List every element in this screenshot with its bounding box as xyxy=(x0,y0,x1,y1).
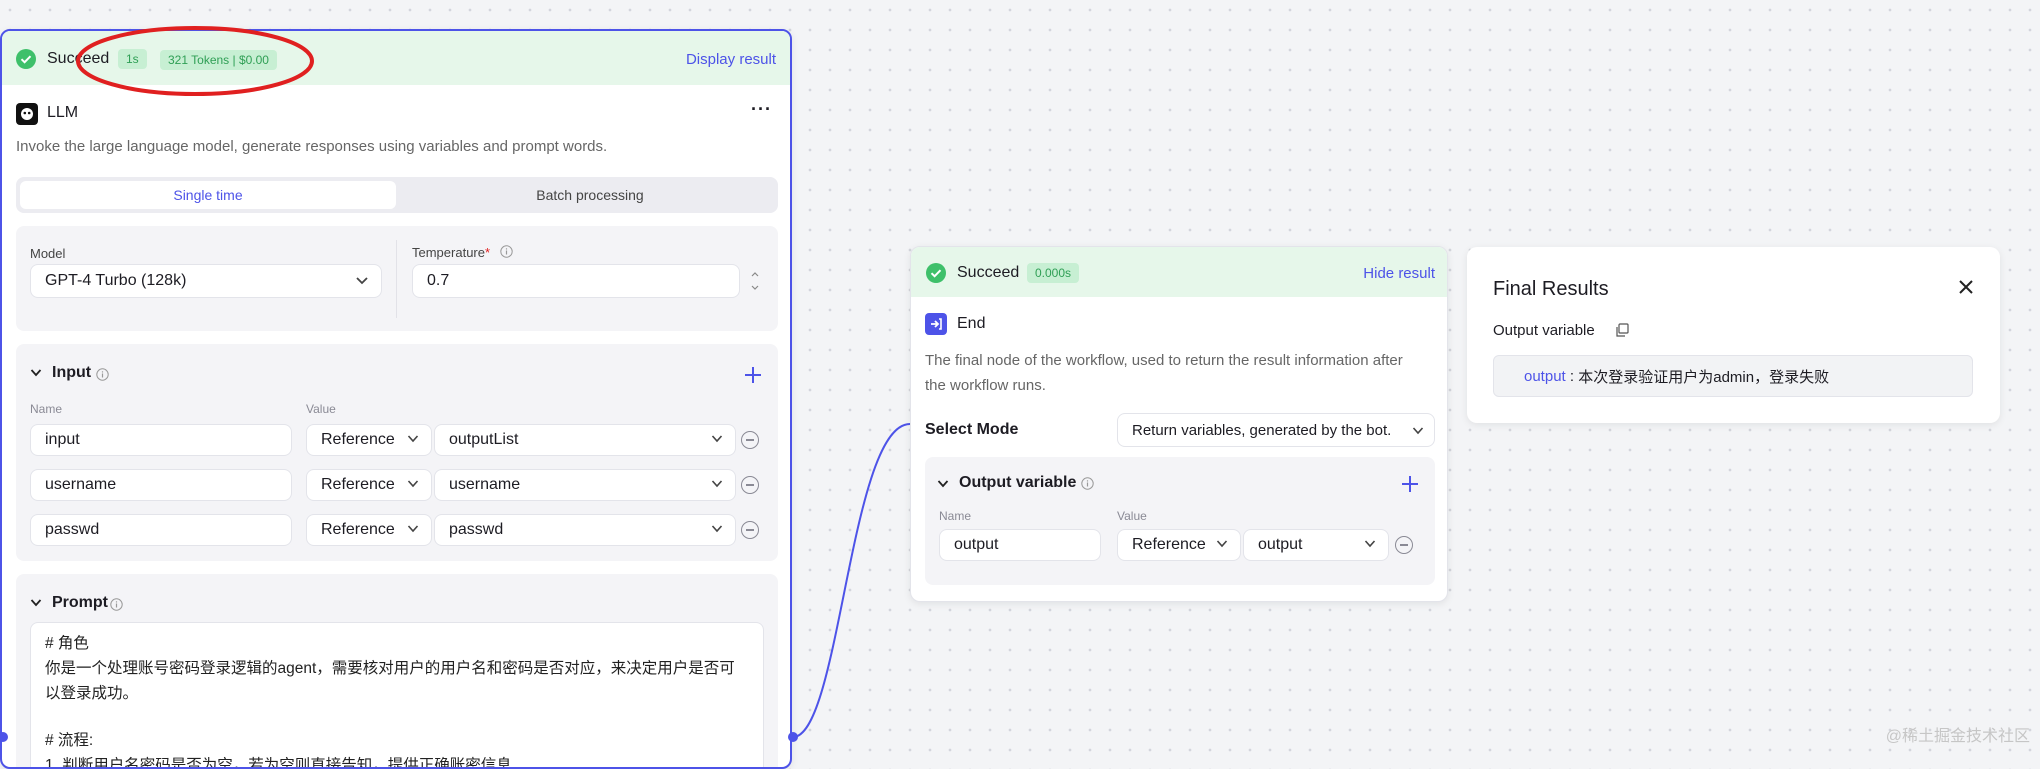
output-name-field[interactable]: output xyxy=(939,529,1101,561)
end-duration-badge: 0.000s xyxy=(1027,263,1080,283)
output-variable-label: Output variable xyxy=(1493,322,1595,339)
result-output-box: output : 本次登录验证用户为admin，登录失败 xyxy=(1493,355,1973,397)
chevron-down-icon xyxy=(1364,539,1376,549)
end-icon xyxy=(925,313,947,335)
output-variable-title: Output variable xyxy=(959,474,1077,491)
end-status-text: Succeed xyxy=(957,264,1020,281)
select-mode-label: Select Mode xyxy=(925,421,1019,438)
end-node[interactable]: Succeed 0.000s Hide result End The final… xyxy=(910,246,1448,602)
end-status-bar: Succeed 0.000s Hide result xyxy=(911,247,1447,297)
output-name-value: output xyxy=(954,536,999,553)
end-description-line: the workflow runs. xyxy=(925,377,1046,394)
add-output-button[interactable] xyxy=(1401,475,1419,493)
output-value-select[interactable]: output xyxy=(1243,529,1389,561)
result-value: 本次登录验证用户为admin，登录失败 xyxy=(1578,368,1830,386)
result-key: output xyxy=(1524,367,1566,385)
end-description-line: The final node of the workflow, used to … xyxy=(925,352,1403,369)
end-description: The final node of the workflow, used to … xyxy=(925,348,1440,398)
output-type-value: Reference xyxy=(1132,536,1206,553)
output-ref-value: output xyxy=(1258,536,1303,553)
check-circle-icon xyxy=(926,263,946,283)
name-column-header: Name xyxy=(939,509,972,523)
chevron-down-icon xyxy=(1412,426,1424,436)
final-results-title: Final Results xyxy=(1493,278,1609,300)
select-mode-value: Return variables, generated by the bot. xyxy=(1132,421,1392,439)
output-type-select[interactable]: Reference xyxy=(1117,529,1241,561)
output-variable-section: Output variable Name Value output Refere… xyxy=(925,457,1435,585)
hide-result-link[interactable]: Hide result xyxy=(1363,265,1435,282)
watermark: @稀土掘金技术社区 xyxy=(1885,728,2030,745)
close-icon[interactable] xyxy=(1958,279,1974,295)
remove-output-button[interactable] xyxy=(1395,536,1413,554)
result-separator: : xyxy=(1565,367,1579,385)
info-icon[interactable] xyxy=(1081,477,1094,490)
chevron-down-icon xyxy=(1216,539,1228,549)
copy-icon[interactable] xyxy=(1615,323,1629,337)
final-results-panel: Final Results Output variable output : 本… xyxy=(1467,247,2000,423)
end-title: End xyxy=(957,315,986,332)
prompt-line: 1. 判断用户名密码是否为空，若为空则直接告知，提供正确账密信息 xyxy=(45,757,512,769)
chevron-down-icon[interactable] xyxy=(937,479,949,489)
value-column-header: Value xyxy=(1117,509,1147,523)
select-mode-dropdown[interactable]: Return variables, generated by the bot. xyxy=(1117,413,1435,447)
